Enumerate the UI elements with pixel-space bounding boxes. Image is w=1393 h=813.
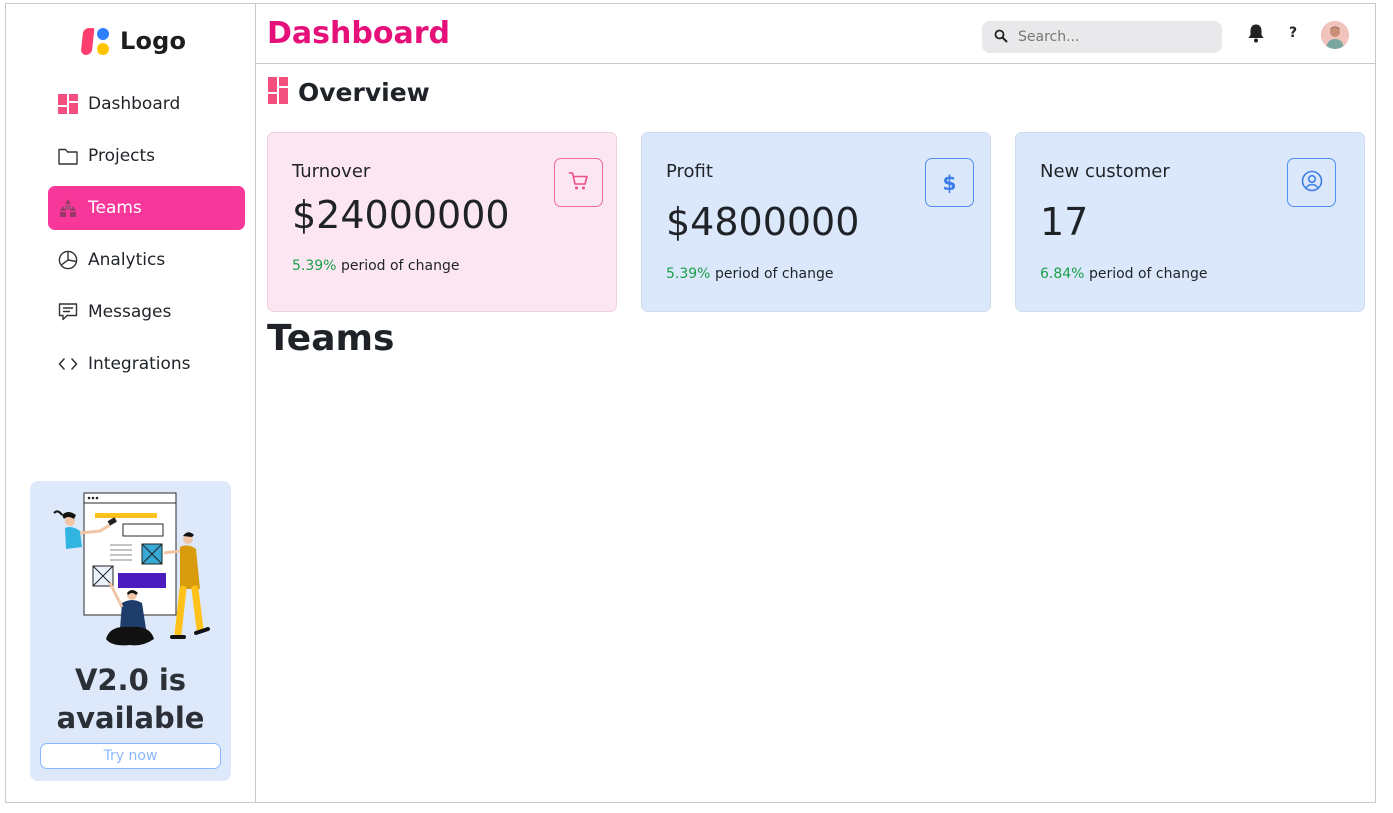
try-now-button[interactable]: Try now bbox=[40, 743, 221, 769]
logo-mark-icon bbox=[80, 26, 112, 56]
sidebar: Logo Dashboard Projects Teams Analytics … bbox=[6, 4, 256, 802]
stat-change-text: period of change bbox=[1088, 266, 1208, 282]
logo[interactable]: Logo bbox=[80, 26, 187, 56]
stat-change: 5.39% period of change bbox=[292, 258, 459, 274]
pie-chart-icon bbox=[58, 250, 78, 270]
stat-change-text: period of change bbox=[340, 258, 460, 274]
stat-change-text: period of change bbox=[714, 266, 834, 282]
page-title: Dashboard bbox=[267, 16, 450, 51]
overview-icon bbox=[268, 77, 288, 108]
user-button[interactable] bbox=[1287, 158, 1336, 207]
cart-button[interactable] bbox=[554, 158, 603, 207]
app-frame: Logo Dashboard Projects Teams Analytics … bbox=[5, 3, 1376, 803]
dashboard-icon bbox=[58, 94, 78, 114]
user-circle-icon bbox=[1301, 170, 1323, 196]
stat-label: Profit bbox=[666, 161, 713, 182]
stat-change: 5.39% period of change bbox=[666, 266, 833, 282]
sidebar-item-teams[interactable]: Teams bbox=[48, 186, 245, 230]
bell-icon[interactable] bbox=[1247, 23, 1265, 47]
promo-title: V2.0 is available bbox=[56, 663, 205, 735]
dollar-button[interactable]: $ bbox=[925, 158, 974, 207]
stat-label: Turnover bbox=[292, 161, 371, 182]
stat-card-profit: Profit $4800000 5.39% period of change $ bbox=[641, 132, 991, 312]
team-collaboration-illustration bbox=[53, 492, 210, 646]
avatar[interactable] bbox=[1321, 21, 1349, 49]
sidebar-item-messages[interactable]: Messages bbox=[48, 290, 245, 334]
sidebar-item-dashboard[interactable]: Dashboard bbox=[48, 82, 245, 126]
stat-change-percent: 5.39% bbox=[292, 258, 337, 274]
upgrade-promo-card: V2.0 is available Try now bbox=[30, 481, 231, 781]
search-icon bbox=[994, 28, 1008, 47]
overview-title: Overview bbox=[298, 78, 430, 107]
search-input[interactable] bbox=[1018, 29, 1208, 45]
folder-icon bbox=[58, 146, 78, 166]
stat-value: $24000000 bbox=[292, 193, 510, 237]
stat-value: $4800000 bbox=[666, 200, 860, 244]
sidebar-item-analytics[interactable]: Analytics bbox=[48, 238, 245, 282]
sidebar-item-integrations[interactable]: Integrations bbox=[48, 342, 245, 386]
sidebar-item-label: Projects bbox=[88, 146, 156, 166]
sidebar-nav: Dashboard Projects Teams Analytics Messa… bbox=[48, 82, 245, 394]
top-header: Dashboard ? bbox=[256, 4, 1375, 64]
stat-card-turnover: Turnover $24000000 5.39% period of chang… bbox=[267, 132, 617, 312]
code-icon bbox=[58, 354, 78, 374]
sidebar-item-label: Messages bbox=[88, 302, 172, 322]
stat-change-percent: 6.84% bbox=[1040, 266, 1085, 282]
sidebar-item-label: Analytics bbox=[88, 250, 166, 270]
stat-card-new-customer: New customer 17 6.84% period of change bbox=[1015, 132, 1365, 312]
dollar-icon: $ bbox=[942, 170, 957, 195]
main-content: Dashboard ? Overview Turnover bbox=[256, 4, 1375, 802]
stat-value: 17 bbox=[1040, 200, 1089, 244]
sidebar-item-projects[interactable]: Projects bbox=[48, 134, 245, 178]
stat-label: New customer bbox=[1040, 161, 1170, 182]
cart-icon bbox=[568, 171, 590, 195]
teams-section-title: Teams bbox=[267, 318, 395, 359]
sidebar-item-label: Integrations bbox=[88, 354, 191, 374]
stat-change: 6.84% period of change bbox=[1040, 266, 1207, 282]
stat-change-percent: 5.39% bbox=[666, 266, 711, 282]
search-box[interactable] bbox=[982, 21, 1222, 53]
overview-header: Overview bbox=[268, 77, 430, 108]
help-icon[interactable]: ? bbox=[1289, 25, 1297, 41]
logo-text: Logo bbox=[120, 27, 187, 55]
team-icon bbox=[58, 198, 78, 218]
sidebar-item-label: Teams bbox=[88, 198, 142, 218]
message-icon bbox=[58, 302, 78, 322]
sidebar-item-label: Dashboard bbox=[88, 94, 181, 114]
